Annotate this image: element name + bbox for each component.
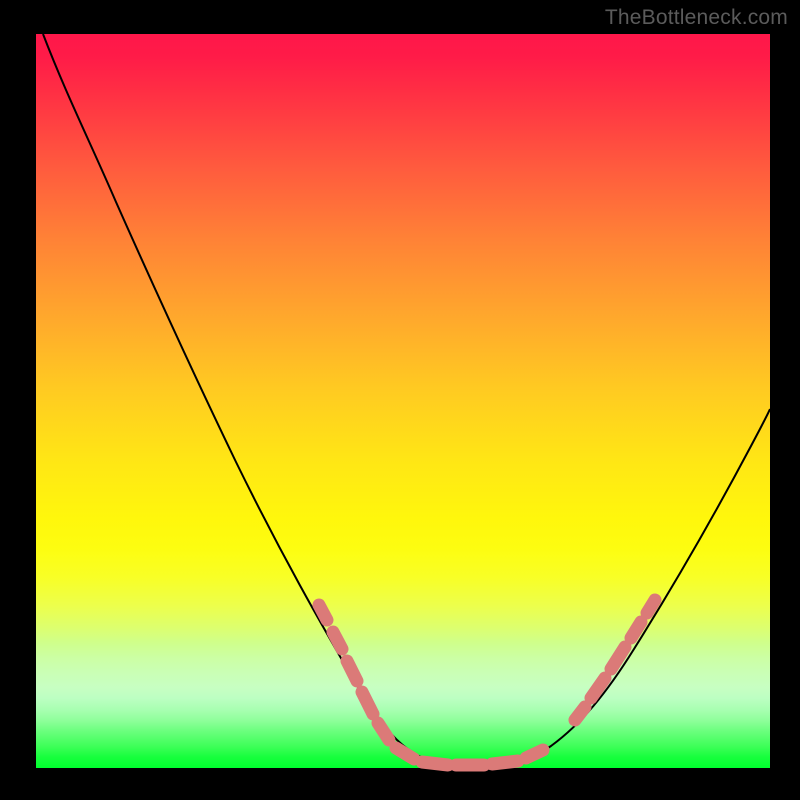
right-slope-segment <box>575 600 655 720</box>
watermark-text: TheBottleneck.com <box>605 6 788 30</box>
left-slope-segment <box>319 605 389 740</box>
curve-svg <box>36 34 770 768</box>
valley-segment <box>396 748 543 765</box>
bottleneck-curve <box>43 34 770 765</box>
chart-plot-area <box>36 34 770 768</box>
